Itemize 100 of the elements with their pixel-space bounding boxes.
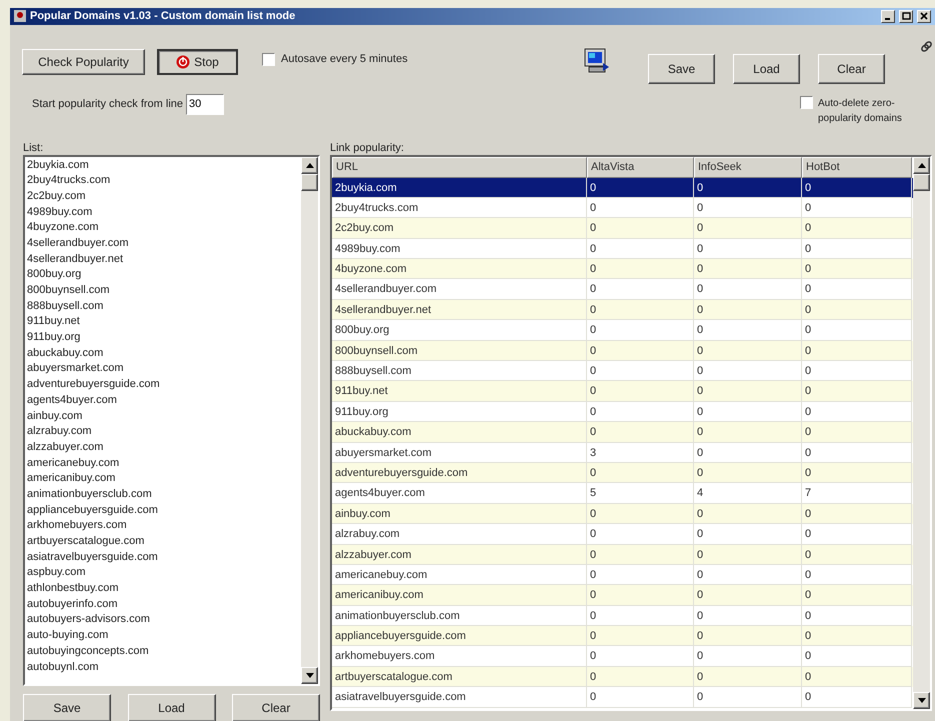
list-item[interactable]: adventurebuyersguide.com: [27, 377, 160, 393]
computer-icon: [583, 46, 611, 74]
list-item[interactable]: autobuynl.com: [27, 660, 99, 676]
scrollbar[interactable]: [913, 156, 930, 708]
column-header[interactable]: InfoSeek: [694, 156, 802, 178]
table-row[interactable]: 911buy.org 0 0 0: [332, 402, 913, 422]
table-row[interactable]: 2buykia.com 0 0 0: [332, 178, 913, 198]
link-icon: [920, 40, 933, 52]
file-button[interactable]: Clear: [818, 54, 885, 84]
table-row[interactable]: adventurebuyersguide.com 0 0 0: [332, 462, 913, 484]
domain-list[interactable]: [23, 154, 320, 686]
table-row[interactable]: abuyersmarket.com 3 0 0: [332, 442, 913, 463]
window-title: Popular Domains v1.03 - Custom domain list mode: [30, 9, 296, 24]
list-item[interactable]: 4sellerandbuyer.com: [27, 236, 129, 252]
table-row[interactable]: animationbuyersclub.com 0 0 0: [332, 606, 913, 626]
minimize-icon[interactable]: [881, 10, 895, 23]
scroll-thumb[interactable]: [301, 174, 318, 190]
list-item[interactable]: animationbuyersclub.com: [27, 486, 152, 503]
list-item[interactable]: appliancebuyersguide.com: [27, 502, 158, 518]
list-item[interactable]: americanebuy.com: [27, 456, 120, 472]
scroll-up-icon[interactable]: [301, 156, 318, 174]
list-item[interactable]: 888buysell.com: [27, 298, 104, 314]
checkbox-label: Auto-delete zero-popularity domains: [818, 96, 903, 126]
list-item[interactable]: ainbuy.com: [27, 408, 82, 424]
list-item[interactable]: 800buynsell.com: [27, 283, 110, 299]
table-row[interactable]: 888buysell.com 0 0 0: [332, 361, 913, 382]
start-line-field[interactable]: 30: [186, 94, 224, 114]
table-row[interactable]: 2c2buy.com 0 0 0: [332, 218, 913, 239]
table-row[interactable]: 2buy4trucks.com 0 0 0: [332, 198, 913, 218]
list-item[interactable]: abuckabuy.com: [27, 346, 104, 362]
list-item[interactable]: 2c2buy.com: [27, 188, 86, 205]
table-row[interactable]: americanibuy.com 0 0 0: [332, 585, 913, 606]
check-popularity-button[interactable]: Check Popularity: [22, 48, 145, 74]
table-row[interactable]: arkhomebuyers.com 0 0 0: [332, 646, 913, 667]
list-item[interactable]: autobuyerinfo.com: [27, 596, 118, 612]
table-row[interactable]: alzrabuy.com 0 0 0: [332, 524, 913, 545]
list-item[interactable]: aspbuy.com: [27, 565, 86, 582]
table-cell: 0: [802, 687, 912, 708]
list-button[interactable]: Clear: [232, 694, 320, 721]
list-item[interactable]: 800buy.org: [27, 267, 82, 283]
list-item[interactable]: abuyersmarket.com: [27, 361, 124, 378]
table-row[interactable]: alzzabuyer.com 0 0 0: [332, 544, 913, 565]
list-item[interactable]: 2buy4trucks.com: [27, 173, 110, 189]
list-item[interactable]: auto-buying.com: [27, 628, 108, 644]
table-row[interactable]: appliancebuyersguide.com 0 0 0: [332, 626, 913, 646]
close-icon[interactable]: [917, 10, 931, 23]
column-header[interactable]: URL: [332, 156, 587, 178]
list-item[interactable]: 4buyzone.com: [27, 220, 99, 236]
list-button[interactable]: Save: [23, 694, 111, 721]
table-cell: 0: [587, 687, 694, 708]
list-item[interactable]: 4989buy.com: [27, 204, 92, 220]
table-row[interactable]: 4sellerandbuyer.net 0 0 0: [332, 300, 913, 320]
table-row[interactable]: 4buyzone.com 0 0 0: [332, 259, 913, 280]
list-item[interactable]: arkhomebuyers.com: [27, 518, 127, 534]
table-row[interactable]: 4sellerandbuyer.com 0 0 0: [332, 279, 913, 300]
app-icon: [14, 10, 26, 22]
column-header[interactable]: HotBot: [802, 156, 912, 178]
scrollbar[interactable]: [301, 156, 318, 684]
column-header[interactable]: AltaVista: [587, 156, 694, 178]
checkbox[interactable]: [800, 96, 813, 108]
list-item[interactable]: asiatravelbuyersguide.com: [27, 550, 158, 566]
table-row[interactable]: 911buy.net 0 0 0: [332, 381, 913, 402]
checkbox[interactable]: [262, 53, 275, 66]
stop-icon: [176, 54, 190, 68]
list-item[interactable]: athlonbestbuy.com: [27, 581, 119, 597]
scroll-down-icon[interactable]: [913, 692, 930, 708]
table-row[interactable]: 4989buy.com 0 0 0: [332, 238, 913, 260]
stop-button[interactable]: Stop: [157, 48, 238, 74]
table-row[interactable]: asiatravelbuyersguide.com 0 0 0: [332, 687, 913, 708]
table-row[interactable]: artbuyerscatalogue.com 0 0 0: [332, 666, 913, 688]
table-cell: 0: [694, 687, 802, 708]
scroll-thumb[interactable]: [913, 174, 930, 190]
list-button[interactable]: Load: [128, 694, 216, 721]
file-button[interactable]: Load: [733, 54, 800, 84]
list-item[interactable]: autobuyers-advisors.com: [27, 612, 150, 628]
maximize-icon[interactable]: [899, 10, 913, 23]
list-item[interactable]: artbuyerscatalogue.com: [27, 534, 144, 550]
table-row[interactable]: abuckabuy.com 0 0 0: [332, 422, 913, 443]
table-row[interactable]: 800buy.org 0 0 0: [332, 320, 913, 341]
list-item[interactable]: alzzabuyer.com: [27, 440, 104, 456]
table-label: Link popularity:: [330, 140, 405, 154]
list-item[interactable]: 4sellerandbuyer.net: [27, 252, 124, 268]
scroll-up-icon[interactable]: [913, 156, 930, 174]
list-item[interactable]: 911buy.net: [27, 314, 80, 330]
scroll-down-icon[interactable]: [301, 666, 318, 684]
list-item[interactable]: autobuyingconcepts.com: [27, 644, 149, 660]
table-row[interactable]: ainbuy.com 0 0 0: [332, 504, 913, 524]
list-item[interactable]: agents4buyer.com: [27, 392, 117, 408]
field-label: Start popularity check from line: [32, 96, 184, 112]
table-row[interactable]: agents4buyer.com 5 4 7: [332, 483, 913, 504]
file-button[interactable]: Save: [648, 54, 715, 84]
table-row[interactable]: 800buynsell.com 0 0 0: [332, 340, 913, 362]
list-item[interactable]: 911buy.org: [27, 330, 80, 346]
list-item[interactable]: 2buykia.com: [27, 158, 89, 174]
list-item[interactable]: americanibuy.com: [27, 471, 116, 487]
list-label: List:: [23, 140, 44, 154]
checkbox-label: Autosave every 5 minutes: [281, 52, 408, 68]
list-item[interactable]: alzrabuy.com: [27, 424, 92, 440]
table-row[interactable]: americanebuy.com 0 0 0: [332, 564, 913, 586]
table-cell: asiatravelbuyersguide.com: [332, 687, 587, 708]
